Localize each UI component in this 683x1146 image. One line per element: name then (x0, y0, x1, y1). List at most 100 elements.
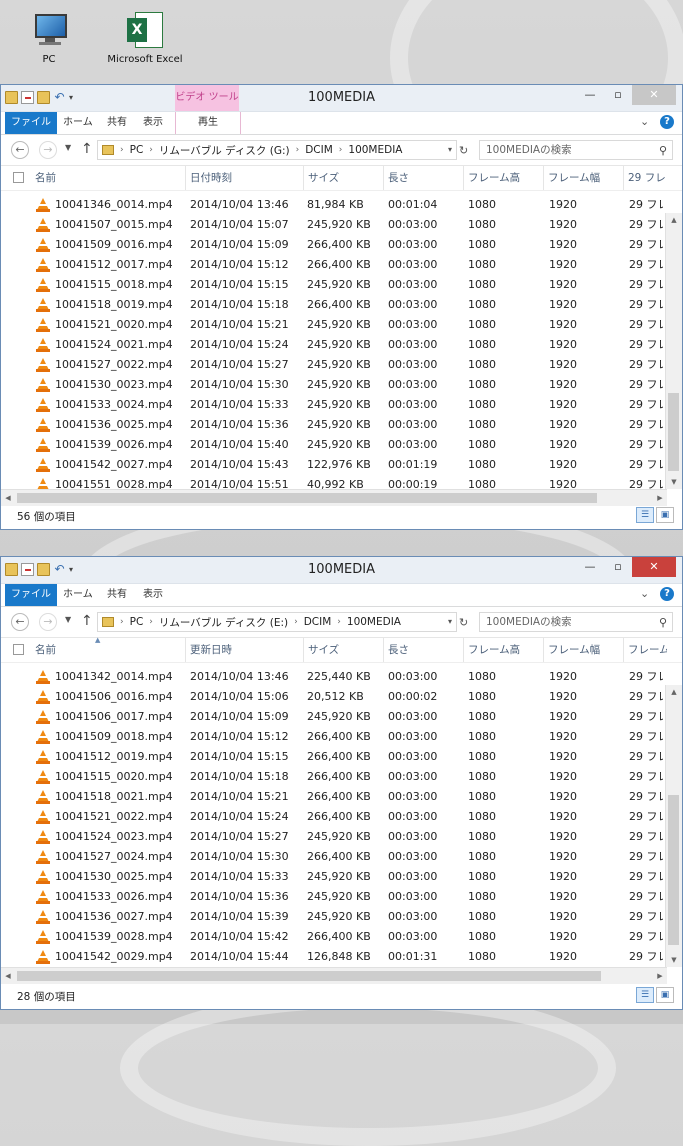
close-button[interactable]: ✕ (632, 85, 676, 105)
file-row[interactable]: 10041536_0025.mp4 2014/10/04 15:36 245,920… (1, 415, 663, 435)
scroll-up-icon[interactable]: ▲ (666, 685, 682, 699)
file-row[interactable]: 10041542_0027.mp4 2014/10/04 15:43 122,976… (1, 455, 663, 475)
address-bar[interactable]: › PC › リムーバブル ディスク (G:) › DCIM › 100MEDI… (97, 140, 457, 160)
scroll-down-icon[interactable]: ▼ (666, 475, 682, 489)
column-frame-width[interactable]: フレーム幅 (543, 166, 623, 190)
minimize-button[interactable]: — (576, 557, 604, 577)
breadcrumb-item[interactable]: リムーバブル ディスク (E:) (159, 615, 288, 630)
file-row[interactable]: 10041506_0017.mp4 2014/10/04 15:09 245,920… (1, 707, 663, 727)
tab-home[interactable]: ホーム (63, 584, 93, 606)
file-row[interactable]: 10041539_0028.mp4 2014/10/04 15:42 266,400… (1, 927, 663, 947)
breadcrumb-item[interactable]: PC (130, 144, 144, 156)
up-button[interactable]: ↑ (81, 613, 93, 629)
details-view-icon[interactable]: ☰ (636, 507, 654, 523)
refresh-icon[interactable]: ↻ (459, 616, 468, 629)
forward-button[interactable]: → (39, 613, 57, 631)
help-icon[interactable]: ? (660, 587, 674, 601)
column-name[interactable]: 名前 (31, 638, 185, 662)
horizontal-scrollbar[interactable]: ◀ ▶ (1, 967, 667, 984)
file-row[interactable]: 10041542_0029.mp4 2014/10/04 15:44 126,848… (1, 947, 663, 967)
file-row[interactable]: 10041527_0022.mp4 2014/10/04 15:27 245,920… (1, 355, 663, 375)
large-icons-view-icon[interactable]: ▣ (656, 987, 674, 1003)
file-row[interactable]: 10041506_0016.mp4 2014/10/04 15:06 20,512 … (1, 687, 663, 707)
help-icon[interactable]: ? (660, 115, 674, 129)
title-bar[interactable]: ↶ ▾ 100MEDIA — ▫ ✕ (1, 557, 682, 584)
column-length[interactable]: 長さ (383, 166, 463, 190)
vertical-scrollbar[interactable]: ▲ ▼ (665, 685, 682, 967)
tab-share[interactable]: 共有 (107, 112, 127, 134)
file-row[interactable]: 10041507_0015.mp4 2014/10/04 15:07 245,920… (1, 215, 663, 235)
file-row[interactable]: 10041342_0014.mp4 2014/10/04 13:46 225,440… (1, 667, 663, 687)
scroll-right-icon[interactable]: ▶ (653, 968, 667, 984)
column-date[interactable]: 日付時刻 (185, 166, 303, 190)
maximize-button[interactable]: ▫ (604, 557, 632, 577)
scrollbar-thumb[interactable] (668, 393, 679, 471)
minimize-button[interactable]: — (576, 85, 604, 105)
breadcrumb-item[interactable]: DCIM (305, 144, 333, 156)
back-button[interactable]: ← (11, 613, 29, 631)
column-length[interactable]: 長さ (383, 638, 463, 662)
recent-locations-icon[interactable]: ▼ (65, 615, 71, 624)
chevron-down-icon[interactable]: ▾ (448, 145, 452, 154)
file-row[interactable]: 10041509_0016.mp4 2014/10/04 15:09 266,400… (1, 235, 663, 255)
scrollbar-thumb[interactable] (668, 795, 679, 945)
large-icons-view-icon[interactable]: ▣ (656, 507, 674, 523)
column-frame-rate[interactable]: フレーム (623, 638, 667, 662)
file-row[interactable]: 10041509_0018.mp4 2014/10/04 15:12 266,400… (1, 727, 663, 747)
maximize-button[interactable]: ▫ (604, 85, 632, 105)
search-input[interactable]: 100MEDIAの検索 ⚲ (479, 612, 673, 632)
vertical-scrollbar[interactable]: ▲ ▼ (665, 213, 682, 489)
column-frame-height[interactable]: フレーム高 (463, 638, 543, 662)
breadcrumb-item[interactable]: PC (130, 616, 144, 628)
file-row[interactable]: 10041346_0014.mp4 2014/10/04 13:46 81,984 … (1, 195, 663, 215)
file-row[interactable]: 10041521_0022.mp4 2014/10/04 15:24 266,400… (1, 807, 663, 827)
file-row[interactable]: 10041524_0021.mp4 2014/10/04 15:24 245,920… (1, 335, 663, 355)
file-row[interactable]: 10041539_0026.mp4 2014/10/04 15:40 245,920… (1, 435, 663, 455)
expand-ribbon-icon[interactable]: ⌄ (640, 588, 652, 600)
details-view-icon[interactable]: ☰ (636, 987, 654, 1003)
column-frame-rate[interactable]: 29 フレ (623, 166, 667, 190)
tab-home[interactable]: ホーム (63, 112, 93, 134)
file-row[interactable]: 10041530_0023.mp4 2014/10/04 15:30 245,920… (1, 375, 663, 395)
column-size[interactable]: サイズ (303, 638, 383, 662)
column-frame-height[interactable]: フレーム高 (463, 166, 543, 190)
expand-ribbon-icon[interactable]: ⌄ (640, 116, 652, 128)
file-row[interactable]: 10041521_0020.mp4 2014/10/04 15:21 245,920… (1, 315, 663, 335)
tab-view[interactable]: 表示 (143, 112, 163, 134)
scroll-left-icon[interactable]: ◀ (1, 968, 15, 984)
scroll-down-icon[interactable]: ▼ (666, 953, 682, 967)
select-all-checkbox[interactable] (13, 644, 24, 655)
scrollbar-thumb[interactable] (17, 971, 601, 981)
file-row[interactable]: 10041512_0019.mp4 2014/10/04 15:15 266,400… (1, 747, 663, 767)
tab-file[interactable]: ファイル (5, 112, 57, 134)
file-row[interactable]: 10041524_0023.mp4 2014/10/04 15:27 245,920… (1, 827, 663, 847)
file-row[interactable]: 10041536_0027.mp4 2014/10/04 15:39 245,920… (1, 907, 663, 927)
breadcrumb-item[interactable]: 100MEDIA (348, 144, 402, 156)
scroll-up-icon[interactable]: ▲ (666, 213, 682, 227)
scrollbar-thumb[interactable] (17, 493, 597, 503)
address-bar[interactable]: › PC › リムーバブル ディスク (E:) › DCIM › 100MEDI… (97, 612, 457, 632)
file-row[interactable]: 10041533_0024.mp4 2014/10/04 15:33 245,920… (1, 395, 663, 415)
recent-locations-icon[interactable]: ▼ (65, 143, 71, 152)
back-button[interactable]: ← (11, 141, 29, 159)
title-bar[interactable]: ↶ ▾ ビデオ ツール 100MEDIA — ▫ ✕ (1, 85, 682, 112)
breadcrumb-item[interactable]: リムーバブル ディスク (G:) (159, 143, 290, 158)
up-button[interactable]: ↑ (81, 141, 93, 157)
close-button[interactable]: ✕ (632, 557, 676, 577)
chevron-down-icon[interactable]: ▾ (448, 617, 452, 626)
forward-button[interactable]: → (39, 141, 57, 159)
file-row[interactable]: 10041530_0025.mp4 2014/10/04 15:33 245,920… (1, 867, 663, 887)
column-date[interactable]: 更新日時 (185, 638, 303, 662)
file-row[interactable]: 10041512_0017.mp4 2014/10/04 15:12 266,400… (1, 255, 663, 275)
breadcrumb-item[interactable]: DCIM (304, 616, 332, 628)
tab-file[interactable]: ファイル (5, 584, 57, 606)
tab-play[interactable]: 再生 (175, 112, 241, 134)
file-row[interactable]: 10041518_0021.mp4 2014/10/04 15:21 266,400… (1, 787, 663, 807)
breadcrumb-item[interactable]: 100MEDIA (347, 616, 401, 628)
file-row[interactable]: 10041518_0019.mp4 2014/10/04 15:18 266,400… (1, 295, 663, 315)
tab-share[interactable]: 共有 (107, 584, 127, 606)
refresh-icon[interactable]: ↻ (459, 144, 468, 157)
search-input[interactable]: 100MEDIAの検索 ⚲ (479, 140, 673, 160)
file-row[interactable]: 10041515_0018.mp4 2014/10/04 15:15 245,920… (1, 275, 663, 295)
select-all-checkbox[interactable] (13, 172, 24, 183)
